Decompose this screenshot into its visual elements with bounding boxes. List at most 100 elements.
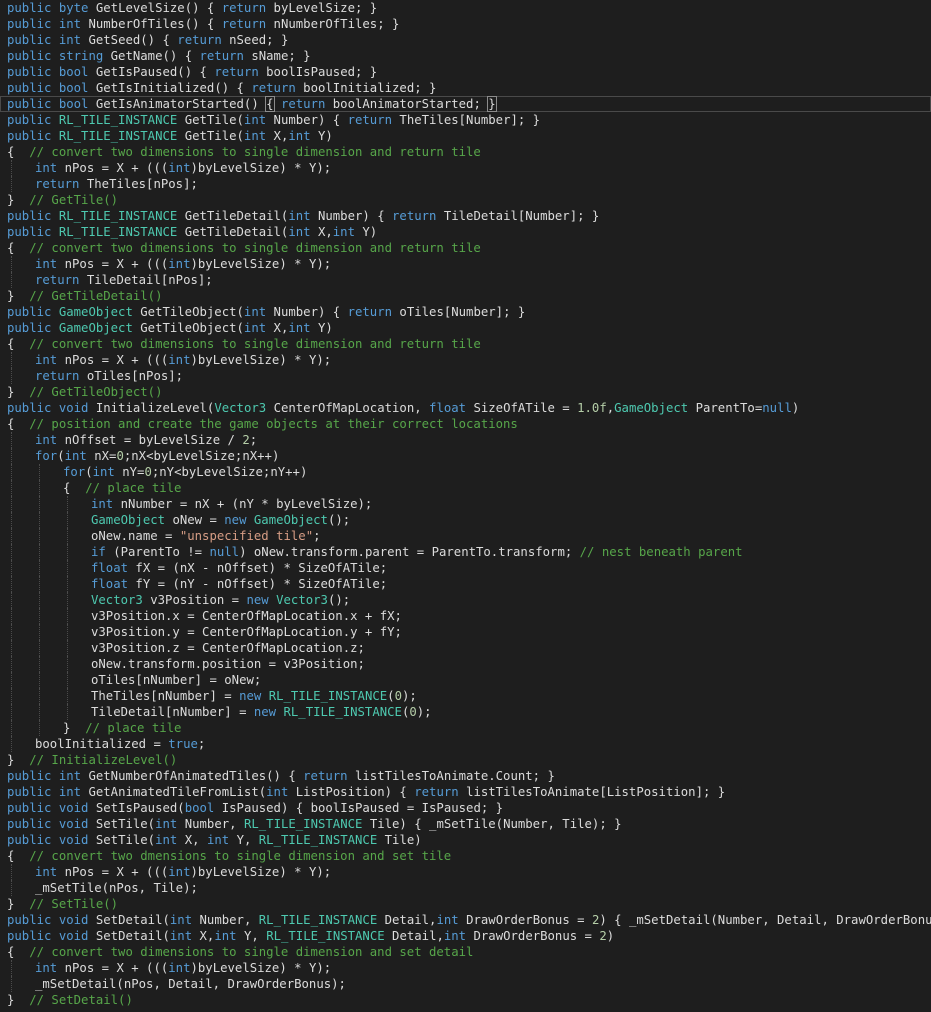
code-token: )byLevelSize) * Y); bbox=[190, 257, 332, 271]
code-line[interactable]: public bool GetIsPaused() { return boolI… bbox=[0, 64, 931, 80]
code-line[interactable]: public int GetNumberOfAnimatedTiles() { … bbox=[0, 768, 931, 784]
code-line[interactable]: int nOffset = byLevelSize / 2; bbox=[0, 432, 931, 448]
code-line[interactable]: { // convert two dimensions to single di… bbox=[0, 336, 931, 352]
code-token: oNew = bbox=[172, 513, 225, 527]
code-line[interactable]: for(int nY=0;nY<byLevelSize;nY++) bbox=[0, 464, 931, 480]
code-line[interactable]: float fX = (nX - nOffset) * SizeOfATile; bbox=[0, 560, 931, 576]
code-line[interactable]: boolInitialized = true; bbox=[0, 736, 931, 752]
code-line[interactable]: int nPos = X + (((int)byLevelSize) * Y); bbox=[0, 352, 931, 368]
code-line[interactable]: Vector3 v3Position = new Vector3(); bbox=[0, 592, 931, 608]
code-line[interactable]: { // convert two dimensions to single di… bbox=[0, 240, 931, 256]
code-token: ( bbox=[57, 449, 65, 463]
code-line[interactable]: { // convert two dmensions to single dim… bbox=[0, 848, 931, 864]
code-line-content: public GameObject GetTileObject(int X,in… bbox=[7, 321, 333, 335]
code-line[interactable]: TileDetail[nNumber] = new RL_TILE_INSTAN… bbox=[0, 704, 931, 720]
code-line[interactable]: { // place tile bbox=[0, 480, 931, 496]
code-line-content: } // GetTileObject() bbox=[7, 385, 162, 399]
code-line[interactable]: public bool GetIsAnimatorStarted() { ret… bbox=[0, 96, 931, 112]
code-line[interactable]: _mSetDetail(nPos, Detail, DrawOrderBonus… bbox=[0, 976, 931, 992]
code-line[interactable]: } // SetTile() bbox=[0, 896, 931, 912]
code-line[interactable]: int nPos = X + (((int)byLevelSize) * Y); bbox=[0, 864, 931, 880]
code-line[interactable]: } // GetTileObject() bbox=[0, 384, 931, 400]
indent-guide bbox=[67, 496, 68, 512]
code-line[interactable]: public byte GetLevelSize() { return byLe… bbox=[0, 0, 931, 16]
indent-guide bbox=[67, 560, 68, 576]
code-line[interactable]: public int GetAnimatedTileFromList(int L… bbox=[0, 784, 931, 800]
code-line[interactable]: GameObject oNew = new GameObject(); bbox=[0, 512, 931, 528]
code-line[interactable]: public int NumberOfTiles() { return nNum… bbox=[0, 16, 931, 32]
indent-guide bbox=[11, 592, 12, 608]
code-token: { bbox=[265, 96, 275, 112]
code-line-content: boolInitialized = true; bbox=[35, 737, 205, 751]
code-token: GetIsPaused() { bbox=[95, 65, 215, 79]
code-line[interactable]: int nNumber = nX + (nY * byLevelSize); bbox=[0, 496, 931, 512]
code-line[interactable]: v3Position.y = CenterOfMapLocation.y + f… bbox=[0, 624, 931, 640]
code-token: GameObject bbox=[58, 321, 141, 335]
code-line[interactable]: } // place tile bbox=[0, 720, 931, 736]
code-token: int bbox=[443, 929, 474, 943]
code-line[interactable]: public GameObject GetTileObject(int Numb… bbox=[0, 304, 931, 320]
code-token: return bbox=[303, 769, 355, 783]
code-token: RL_TILE_INSTANCE bbox=[243, 817, 370, 831]
code-token: int bbox=[243, 305, 274, 319]
code-line[interactable]: v3Position.x = CenterOfMapLocation.x + f… bbox=[0, 608, 931, 624]
code-line[interactable]: float fY = (nY - nOffset) * SizeOfATile; bbox=[0, 576, 931, 592]
code-line[interactable]: { // convert two dimensions to single di… bbox=[0, 944, 931, 960]
code-token: Number, bbox=[184, 817, 244, 831]
code-line[interactable]: public void SetDetail(int X,int Y, RL_TI… bbox=[0, 928, 931, 944]
code-line[interactable]: v3Position.z = CenterOfMapLocation.z; bbox=[0, 640, 931, 656]
code-line[interactable]: { // convert two dimensions to single di… bbox=[0, 144, 931, 160]
code-line[interactable]: public GameObject GetTileObject(int X,in… bbox=[0, 320, 931, 336]
indent-guide bbox=[11, 352, 12, 368]
code-editor[interactable]: public byte GetLevelSize() { return byLe… bbox=[0, 0, 931, 1012]
code-line[interactable]: for(int nX=0;nX<byLevelSize;nX++) bbox=[0, 448, 931, 464]
indent-guide bbox=[11, 576, 12, 592]
code-token: return bbox=[177, 33, 230, 47]
code-token: nPos = X + ((( bbox=[64, 865, 169, 879]
code-line[interactable]: } // GetTileDetail() bbox=[0, 288, 931, 304]
code-line[interactable]: oTiles[nNumber] = oNew; bbox=[0, 672, 931, 688]
code-line[interactable]: oNew.transform.position = v3Position; bbox=[0, 656, 931, 672]
code-line[interactable]: public void SetIsPaused(bool IsPaused) {… bbox=[0, 800, 931, 816]
code-line[interactable]: { // position and create the game object… bbox=[0, 416, 931, 432]
code-line[interactable]: public int GetSeed() { return nSeed; } bbox=[0, 32, 931, 48]
code-line[interactable]: public void SetTile(int Number, RL_TILE_… bbox=[0, 816, 931, 832]
code-line[interactable]: public RL_TILE_INSTANCE GetTileDetail(in… bbox=[0, 224, 931, 240]
code-line[interactable]: public RL_TILE_INSTANCE GetTileDetail(in… bbox=[0, 208, 931, 224]
code-line[interactable]: return TileDetail[nPos]; bbox=[0, 272, 931, 288]
code-token: boolInitialized; } bbox=[303, 81, 437, 95]
code-line[interactable]: int nPos = X + (((int)byLevelSize) * Y); bbox=[0, 960, 931, 976]
code-line[interactable]: public void InitializeLevel(Vector3 Cent… bbox=[0, 400, 931, 416]
code-line[interactable]: public RL_TILE_INSTANCE GetTile(int X,in… bbox=[0, 128, 931, 144]
code-line[interactable]: public RL_TILE_INSTANCE GetTile(int Numb… bbox=[0, 112, 931, 128]
code-line[interactable]: public void SetDetail(int Number, RL_TIL… bbox=[0, 912, 931, 928]
indent-guide bbox=[39, 672, 40, 688]
code-token: int bbox=[214, 929, 244, 943]
code-line[interactable]: return oTiles[nPos]; bbox=[0, 368, 931, 384]
code-token: RL_TILE_INSTANCE bbox=[258, 913, 385, 927]
code-line[interactable]: public void SetTile(int X, int Y, RL_TIL… bbox=[0, 832, 931, 848]
code-token: int bbox=[243, 321, 274, 335]
code-token: return bbox=[392, 209, 444, 223]
code-line-content: v3Position.z = CenterOfMapLocation.z; bbox=[91, 641, 365, 655]
code-token: v3Position.x = CenterOfMapLocation.x + f… bbox=[91, 609, 402, 623]
code-line[interactable]: public string GetName() { return sName; … bbox=[0, 48, 931, 64]
code-token: return bbox=[221, 17, 274, 31]
code-line-content: } // SetTile() bbox=[7, 897, 118, 911]
code-line[interactable]: public bool GetIsInitialized() { return … bbox=[0, 80, 931, 96]
code-token: } bbox=[7, 993, 30, 1007]
code-line[interactable]: return TheTiles[nPos]; bbox=[0, 176, 931, 192]
code-line[interactable]: int nPos = X + (((int)byLevelSize) * Y); bbox=[0, 256, 931, 272]
code-token: SetTile( bbox=[95, 833, 156, 847]
code-line[interactable]: } // GetTile() bbox=[0, 192, 931, 208]
code-line-content: { // place tile bbox=[63, 481, 181, 495]
code-line[interactable]: oNew.name = "unspecified tile"; bbox=[0, 528, 931, 544]
code-line[interactable]: } // SetDetail() bbox=[0, 992, 931, 1008]
code-line[interactable]: } // InitializeLevel() bbox=[0, 752, 931, 768]
code-line[interactable]: if (ParentTo != null) oNew.transform.par… bbox=[0, 544, 931, 560]
code-line[interactable]: int nPos = X + (((int)byLevelSize) * Y); bbox=[0, 160, 931, 176]
code-token: public bbox=[7, 817, 59, 831]
code-line[interactable]: TheTiles[nNumber] = new RL_TILE_INSTANCE… bbox=[0, 688, 931, 704]
code-token: int bbox=[35, 865, 65, 879]
code-line[interactable]: _mSetTile(nPos, Tile); bbox=[0, 880, 931, 896]
